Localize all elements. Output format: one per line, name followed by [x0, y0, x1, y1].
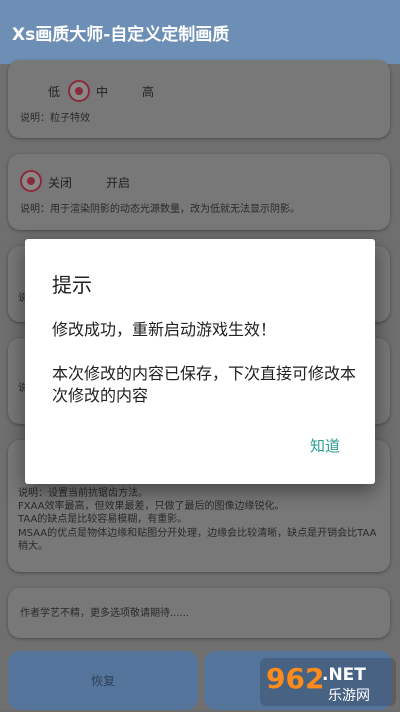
option-label: 高 [142, 85, 155, 99]
shadow-option-off[interactable]: 关闭 [48, 174, 72, 191]
antialias-desc-line-4: MSAA的优点是物体边缘和贴图分开处理，边缘会比较清晰，缺点是开销会比TAA稍大… [18, 528, 377, 552]
restore-button-label: 恢复 [90, 674, 115, 688]
shadow-option-on[interactable]: 开启 [106, 174, 130, 191]
option-label: 关闭 [48, 176, 73, 190]
dialog-ok-button[interactable]: 知道 [310, 435, 340, 456]
radio-selected-icon[interactable] [20, 170, 42, 192]
author-note: 作者学艺不精，更多选项敬请期待...... [20, 608, 190, 619]
alert-dialog: 提示 修改成功，重新启动游戏生效！ 本次修改的内容已保存，下次直接可修改本次修改… [25, 239, 375, 484]
shadow-description: 说明：用于渲染阴影的动态光源数量，改为低就无法显示阴影。 [20, 204, 300, 215]
dialog-message-1: 修改成功，重新启动游戏生效！ [52, 320, 277, 339]
restore-button[interactable]: 恢复 [8, 651, 198, 710]
antialias-desc-line-1: 说明：设置当前抗锯齿方法。 [18, 488, 148, 499]
particle-setting-card [8, 60, 390, 138]
app-title: Xs画质大师-自定义定制画质 [12, 25, 230, 45]
app-bar: Xs画质大师-自定义定制画质 [0, 0, 400, 64]
particle-option-low[interactable]: 低 [48, 83, 60, 100]
option-label: 开启 [106, 176, 131, 190]
watermark-sub: 乐游网 [328, 688, 370, 704]
site-watermark: 962 .NET 乐游网 [258, 656, 398, 708]
particle-option-high[interactable]: 高 [142, 83, 154, 100]
option-label: 中 [96, 85, 109, 99]
antialias-desc-line-2: FXAA效率最高，但效果最差，只做了最后的图像边缘锐化。 [18, 501, 285, 512]
watermark-logo-icon: 962 .NET 乐游网 [260, 658, 396, 706]
particle-description: 说明：粒子特效 [20, 113, 90, 124]
dialog-title: 提示 [52, 273, 92, 297]
watermark-number: 962 [266, 662, 324, 695]
dialog-message-2: 本次修改的内容已保存，下次直接可修改本次修改的内容 [52, 364, 357, 405]
watermark-suffix: .NET [322, 665, 366, 685]
radio-selected-icon[interactable] [68, 80, 90, 102]
option-label: 低 [48, 85, 61, 99]
shadow-setting-card [8, 154, 390, 230]
antialias-desc-line-3: TAA的缺点是比较容易模糊，有重影。 [18, 514, 188, 525]
particle-option-medium[interactable]: 中 [96, 83, 108, 100]
radio-dot [27, 177, 35, 185]
radio-dot [75, 87, 83, 95]
